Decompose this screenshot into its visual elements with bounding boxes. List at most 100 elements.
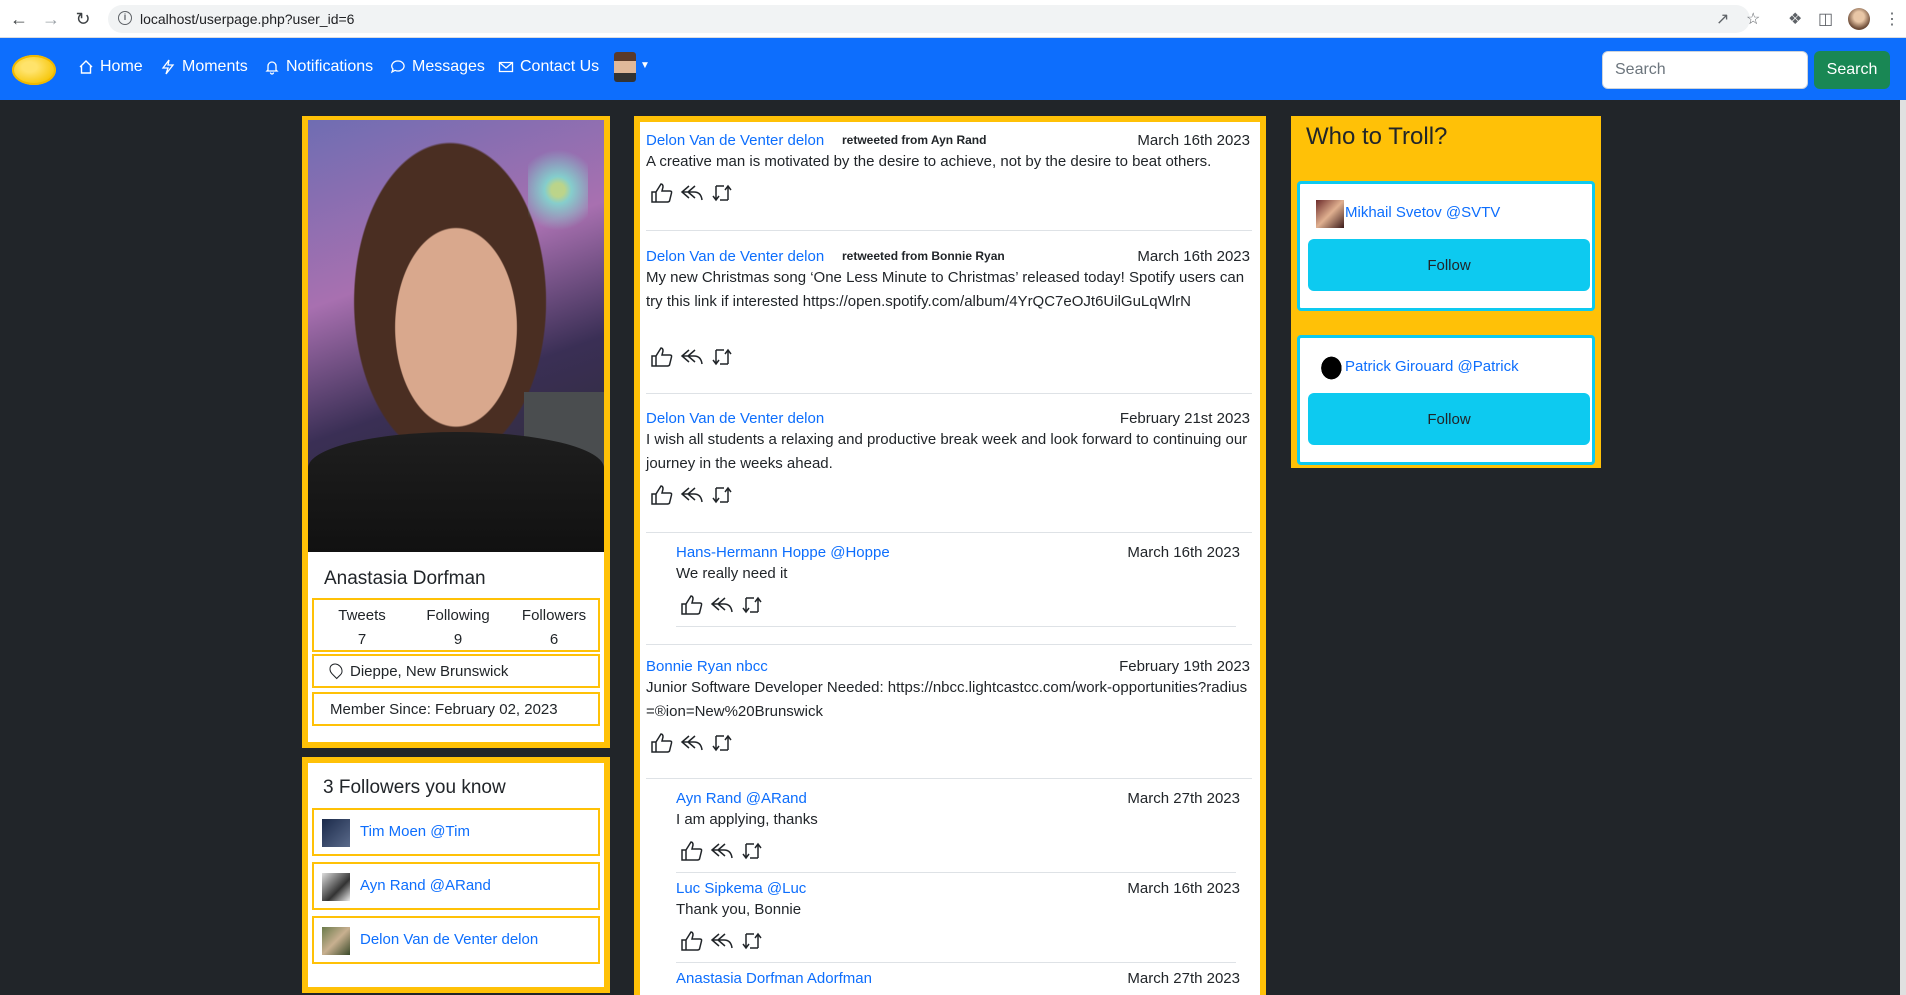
nav-home[interactable]: Home: [78, 58, 143, 76]
tweet-author[interactable]: Luc Sipkema @Luc: [676, 880, 806, 897]
nav-notifications[interactable]: Notifications: [264, 58, 373, 76]
stat-following-value: 9: [453, 631, 463, 648]
reply-icon[interactable]: [680, 346, 704, 368]
avatar: [1316, 200, 1344, 228]
back-icon[interactable]: ←: [8, 8, 30, 30]
retweet-icon[interactable]: [710, 484, 734, 506]
lightning-icon: [161, 59, 175, 75]
follower-name[interactable]: Ayn Rand @ARand: [360, 877, 491, 894]
location-pin-icon: [326, 660, 346, 680]
suggestion-name[interactable]: Patrick Girouard @Patrick: [1345, 358, 1519, 375]
browser-profile-avatar[interactable]: [1848, 8, 1870, 30]
envelope-icon: [498, 61, 514, 73]
page-scrollbar[interactable]: [1900, 100, 1906, 995]
follower-item[interactable]: Ayn Rand @ARand: [312, 862, 600, 910]
address-bar[interactable]: i localhost/userpage.php?user_id=6: [108, 5, 1750, 33]
avatar: [322, 873, 350, 901]
reply-icon[interactable]: [710, 594, 734, 616]
reply-icon[interactable]: [680, 732, 704, 754]
like-icon[interactable]: [650, 484, 674, 506]
caret-down-icon[interactable]: ▼: [640, 60, 650, 71]
stat-following[interactable]: Following 9: [410, 604, 506, 652]
follower-name[interactable]: Tim Moen @Tim: [360, 823, 470, 840]
tweet-date: March 16th 2023: [1127, 880, 1240, 897]
suggestion-name[interactable]: Mikhail Svetov @SVTV: [1345, 204, 1500, 221]
tweet-author[interactable]: Delon Van de Venter delon: [646, 410, 824, 427]
stat-tweets-label: Tweets: [338, 607, 386, 624]
stat-tweets[interactable]: Tweets 7: [314, 604, 410, 652]
tweet-date: February 21st 2023: [1119, 410, 1250, 427]
stat-tweets-value: 7: [357, 631, 367, 648]
tweet-divider: [646, 230, 1252, 231]
forward-icon[interactable]: →: [40, 8, 62, 30]
search-button[interactable]: Search: [1814, 51, 1890, 89]
tweet-body: I am applying, thanks: [676, 811, 818, 828]
retweet-icon[interactable]: [710, 182, 734, 204]
chat-icon: [390, 60, 405, 74]
retweet-icon[interactable]: [710, 732, 734, 754]
retweet-icon[interactable]: [740, 594, 764, 616]
tweet-body: We really need it: [676, 565, 788, 582]
tweet-author[interactable]: Ayn Rand @ARand: [676, 790, 807, 807]
avatar: [322, 927, 350, 955]
retweet-label: retweeted from Ayn Rand: [842, 133, 987, 147]
star-icon[interactable]: ☆: [1746, 9, 1760, 29]
sidepanel-icon[interactable]: ◫: [1818, 9, 1833, 29]
follower-name[interactable]: Delon Van de Venter delon: [360, 931, 538, 948]
lemon-logo[interactable]: [12, 55, 56, 85]
tweet-author[interactable]: Delon Van de Venter delon: [646, 248, 824, 265]
profile-name: Anastasia Dorfman: [324, 568, 486, 589]
menu-icon[interactable]: ⋮: [1884, 9, 1900, 29]
like-icon[interactable]: [680, 930, 704, 952]
like-icon[interactable]: [650, 732, 674, 754]
nav-contact-us[interactable]: Contact Us: [498, 58, 599, 76]
reply-icon[interactable]: [710, 840, 734, 862]
search-input[interactable]: [1602, 51, 1808, 89]
like-icon[interactable]: [680, 840, 704, 862]
tweet-author[interactable]: Hans-Hermann Hoppe @Hoppe: [676, 544, 890, 561]
tweet-date: March 16th 2023: [1137, 248, 1250, 265]
tweet-date: March 16th 2023: [1127, 544, 1240, 561]
photo-shirt: [308, 432, 604, 552]
follow-button[interactable]: Follow: [1308, 393, 1590, 445]
tweet-author[interactable]: Delon Van de Venter delon: [646, 132, 824, 149]
tweet-divider: [646, 393, 1252, 394]
tweet-author[interactable]: Anastasia Dorfman Adorfman: [676, 970, 872, 987]
reload-icon[interactable]: ↻: [72, 8, 94, 30]
retweet-icon[interactable]: [710, 346, 734, 368]
stat-followers[interactable]: Followers 6: [506, 604, 602, 652]
tweet-body: Junior Software Developer Needed: https:…: [646, 679, 1248, 720]
reply-icon[interactable]: [680, 182, 704, 204]
avatar: [322, 819, 350, 847]
nav-home-label: Home: [100, 58, 143, 75]
profile-member-since: Member Since: February 02, 2023: [312, 692, 600, 726]
like-icon[interactable]: [650, 346, 674, 368]
nav-moments[interactable]: Moments: [160, 58, 248, 76]
user-avatar-dropdown[interactable]: [614, 52, 636, 82]
bell-icon: [265, 61, 279, 75]
follower-item[interactable]: Tim Moen @Tim: [312, 808, 600, 856]
retweet-icon[interactable]: [740, 930, 764, 952]
like-icon[interactable]: [680, 594, 704, 616]
nav-messages[interactable]: Messages: [390, 58, 485, 76]
follow-button[interactable]: Follow: [1308, 239, 1590, 291]
tweet-actions: [650, 484, 734, 506]
tweet-actions: [650, 732, 734, 754]
retweet-icon[interactable]: [740, 840, 764, 862]
tweet-body: A creative man is motivated by the desir…: [646, 153, 1212, 170]
tweet-divider: [646, 644, 1252, 645]
url-text: localhost/userpage.php?user_id=6: [140, 11, 355, 27]
tweet-divider: [676, 626, 1236, 627]
follower-item[interactable]: Delon Van de Venter delon: [312, 916, 600, 964]
tweet-actions: [680, 594, 764, 616]
tweet-divider: [646, 532, 1252, 533]
reply-icon[interactable]: [680, 484, 704, 506]
avatar: [1316, 354, 1344, 382]
like-icon[interactable]: [650, 182, 674, 204]
tweet-author[interactable]: Bonnie Ryan nbcc: [646, 658, 768, 675]
reply-icon[interactable]: [710, 930, 734, 952]
extensions-icon[interactable]: ❖: [1788, 9, 1802, 29]
tweet-date: March 27th 2023: [1127, 790, 1240, 807]
site-info-icon[interactable]: i: [118, 11, 132, 25]
share-icon[interactable]: ↗: [1716, 9, 1729, 29]
